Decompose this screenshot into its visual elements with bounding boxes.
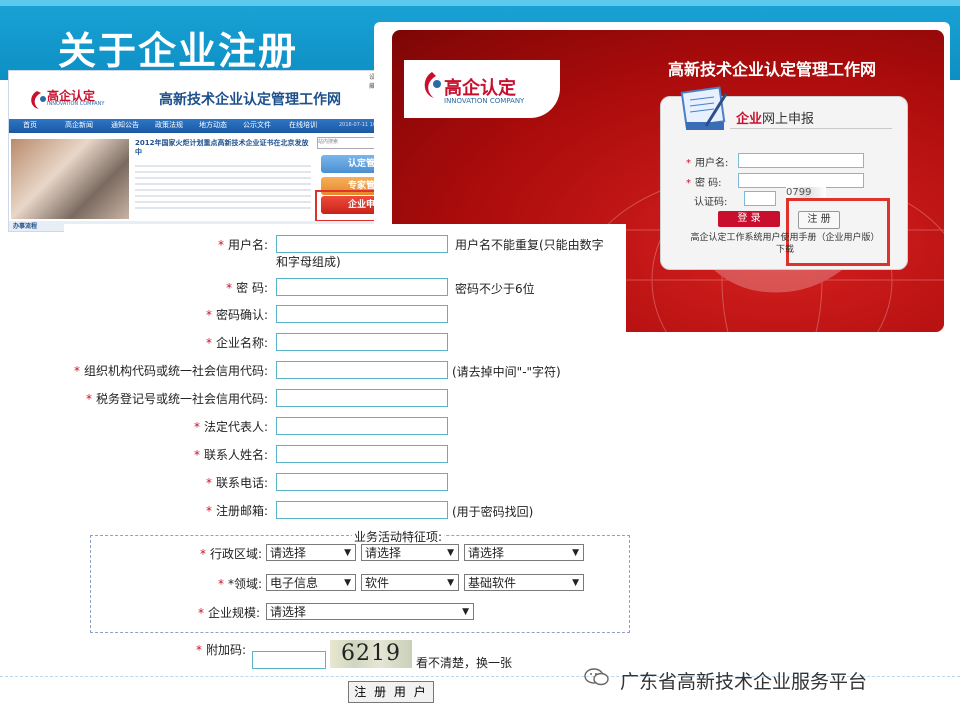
- email-input[interactable]: [276, 501, 448, 519]
- username-hint-2: 和字母组成): [276, 255, 341, 269]
- region-province-select[interactable]: 请选择 ▼: [266, 544, 356, 561]
- domain-level3-select[interactable]: 基础软件 ▼: [464, 574, 584, 591]
- org-code-hint: (请去掉中间"-"字符): [452, 365, 561, 379]
- region-district-select[interactable]: 请选择 ▼: [464, 544, 584, 561]
- chevron-down-icon: ▼: [344, 578, 351, 588]
- password-confirm-input[interactable]: [276, 305, 448, 323]
- field-label-scale: * 企业规模:: [197, 606, 260, 620]
- site-nav-training[interactable]: 在线培训: [289, 120, 317, 130]
- login-username-label: * 用户名:: [686, 158, 729, 169]
- field-label-email: * 注册邮箱:: [205, 504, 268, 518]
- field-label-region: * 行政区域:: [199, 547, 262, 561]
- login-logo-sub: INNOVATION COMPANY: [444, 97, 525, 105]
- chevron-down-icon: ▼: [447, 548, 454, 558]
- site-title: 高新技术企业认定管理工作网: [159, 92, 341, 108]
- site-nav-notices[interactable]: 通知公告: [111, 120, 139, 130]
- field-label-legal-rep: * 法定代表人:: [193, 420, 268, 434]
- chevron-down-icon: ▼: [344, 548, 351, 558]
- site-nav-files[interactable]: 公示文件: [243, 120, 271, 130]
- password-hint: 密码不少于6位: [455, 282, 535, 296]
- document-pen-icon: [680, 86, 728, 130]
- site-nav-home[interactable]: 首页: [23, 120, 37, 130]
- region-city-select[interactable]: 请选择 ▼: [361, 544, 459, 561]
- login-header-title: 高新技术企业认定管理工作网: [668, 60, 877, 79]
- divider: [730, 128, 892, 129]
- field-label-org-code: * 组织机构代码或统一社会信用代码:: [73, 364, 268, 378]
- site-nav-local[interactable]: 地方动态: [199, 120, 227, 130]
- field-label-domain: * *领域:: [217, 577, 262, 591]
- business-section-title: 业务活动特征项:: [352, 528, 445, 545]
- site-nav-policy[interactable]: 政策法规: [155, 120, 183, 130]
- chevron-down-icon: ▼: [572, 578, 579, 588]
- site-logo-sub: INNOVATION COMPANY: [47, 101, 105, 107]
- legal-rep-input[interactable]: [276, 417, 448, 435]
- field-label-contact-name: * 联系人姓名:: [193, 448, 268, 462]
- logo-icon: [424, 72, 441, 98]
- tax-id-input[interactable]: [276, 389, 448, 407]
- username-hint: 用户名不能重复(只能由数字: [455, 238, 604, 252]
- field-label-captcha: * 附加码:: [195, 643, 246, 657]
- field-label-password: * 密 码:: [226, 281, 268, 295]
- email-hint: (用于密码找回): [452, 505, 534, 519]
- site-news-photo[interactable]: [11, 139, 129, 219]
- field-label-tax-id: * 税务登记号或统一社会信用代码:: [85, 392, 268, 406]
- chevron-down-icon: ▼: [447, 578, 454, 588]
- login-card-title: 企业网上申报: [736, 112, 815, 127]
- company-name-input[interactable]: [276, 333, 448, 351]
- slide-header-accent: [0, 0, 960, 6]
- submit-register-button[interactable]: 注 册 用 户: [348, 681, 434, 703]
- domain-level1-select[interactable]: 电子信息 ▼: [266, 574, 356, 591]
- website-screenshot: 设为首页 | 加入收藏 高企认定 INNOVATION COMPANY 高新技术…: [8, 70, 422, 232]
- chevron-down-icon: ▼: [462, 607, 469, 617]
- org-code-input[interactable]: [276, 361, 448, 379]
- captcha-image[interactable]: 6219: [330, 640, 412, 668]
- contact-phone-input[interactable]: [276, 473, 448, 491]
- site-nav-news[interactable]: 高企新闻: [65, 120, 93, 130]
- field-label-password-confirm: * 密码确认:: [205, 308, 268, 322]
- field-label-contact-phone: * 联系电话:: [205, 476, 268, 490]
- login-captcha-label: 认证码:: [694, 197, 728, 208]
- domain-level2-select[interactable]: 软件 ▼: [361, 574, 459, 591]
- chevron-down-icon: ▼: [572, 548, 579, 558]
- contact-name-input[interactable]: [276, 445, 448, 463]
- site-news-title[interactable]: 2012年国家火炬计划重点高新技术企业证书在北京发放中: [135, 139, 315, 157]
- login-username-input[interactable]: [738, 153, 864, 168]
- captcha-refresh-link[interactable]: 看不清楚，换一张: [416, 654, 512, 671]
- login-password-label: * 密 码:: [686, 178, 722, 189]
- company-scale-select[interactable]: 请选择 ▼: [266, 603, 474, 620]
- slide-title: 关于企业注册: [58, 29, 299, 73]
- captcha-input[interactable]: [252, 651, 326, 669]
- site-news-body: [135, 161, 311, 211]
- field-label-company-name: * 企业名称:: [205, 336, 268, 350]
- login-captcha-input[interactable]: [744, 191, 776, 206]
- watermark-text: 广东省高新技术企业服务平台: [620, 671, 868, 693]
- password-input[interactable]: [276, 278, 448, 296]
- login-password-input[interactable]: [738, 173, 864, 188]
- field-label-username: * 用户名:: [217, 238, 268, 252]
- login-button[interactable]: 登 录: [718, 211, 780, 227]
- username-input[interactable]: [276, 235, 448, 253]
- user-manual-link[interactable]: 高企认定工作系统用户使用手册（企业用户版）下载: [690, 232, 880, 256]
- wechat-icon: [584, 668, 609, 686]
- site-footer-label[interactable]: 办事流程: [13, 221, 37, 230]
